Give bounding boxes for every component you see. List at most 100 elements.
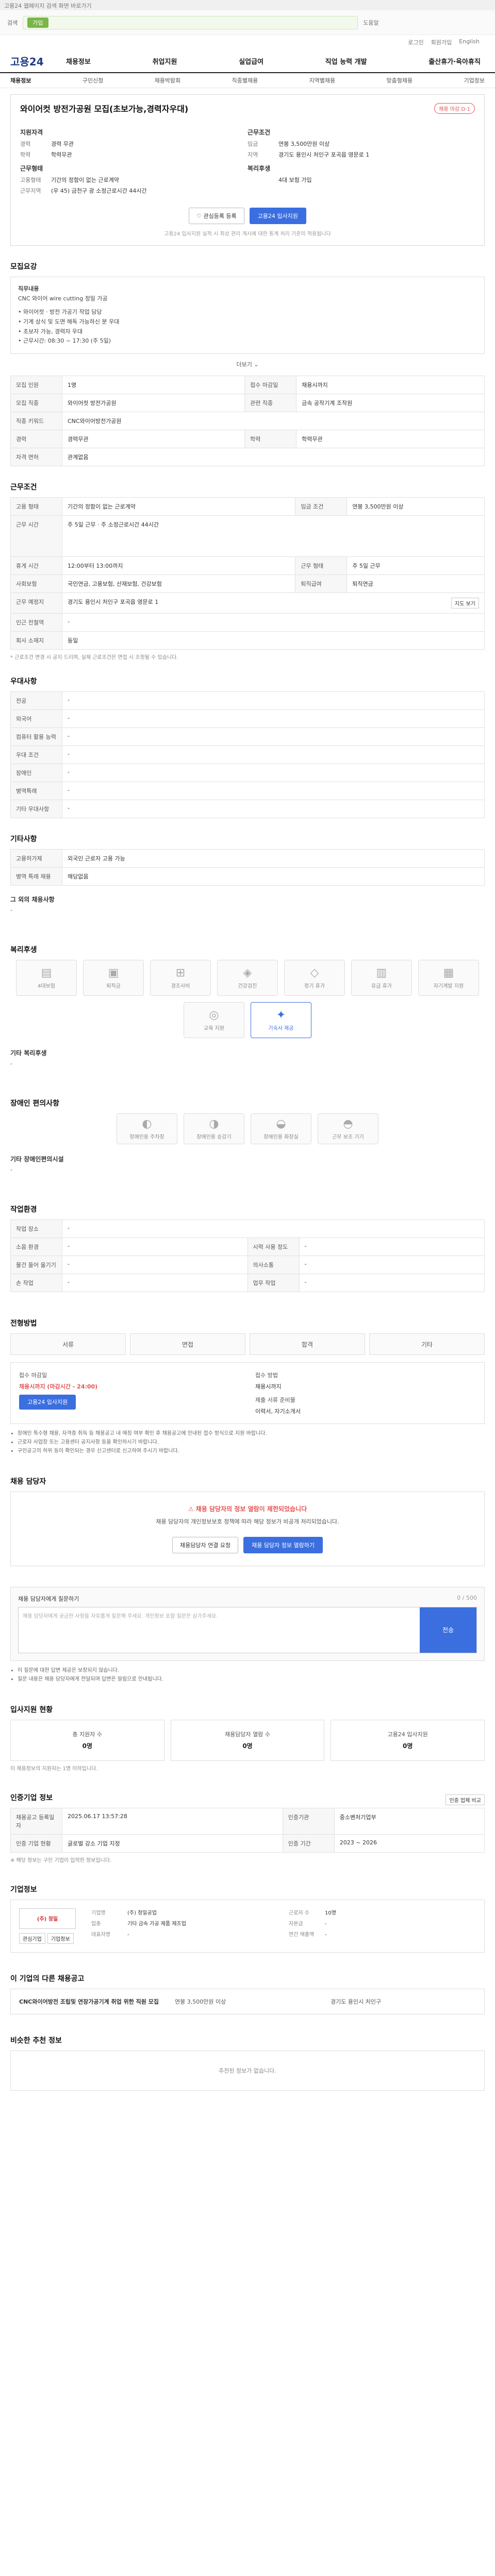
similar-empty: 추천된 정보가 없습니다. xyxy=(10,2050,485,2091)
work-section: 근무조건 고용 형태 기간의 정함이 없는 근로계약 임금 조건 연봉 3,500만원… xyxy=(10,482,485,660)
detail-section: 모집요강 직무내용 CNC 와이어 wire cutting 정밀 가공 • 와… xyxy=(10,261,485,467)
cell-key: 직종 키워드 xyxy=(10,412,62,431)
process-section: 전형방법 서류 면접 합격 기타 접수 마감일 채용시까지 (마감시간 - 24… xyxy=(10,1318,485,1455)
extra-value: - xyxy=(10,1166,12,1174)
welfare-item: ⊞ 경조사비 xyxy=(150,960,211,996)
compare-button[interactable]: 인증 업체 비교 xyxy=(446,1794,485,1806)
subnav-item[interactable]: 지역별채용 xyxy=(309,76,336,84)
interest-button[interactable]: ♡ 관심등록 등록 xyxy=(189,208,244,224)
work-table: 고용 형태 기간의 정함이 없는 근로계약 임금 조건 연봉 3,500만원 이상 근… xyxy=(10,497,485,650)
cell-key: 인증 기업 현황 xyxy=(10,1834,62,1853)
cell-value: - xyxy=(62,1219,485,1239)
pref-table: 전공 - 외국어 - 컴퓨터 활용 능력 - 우대 조건 - 장애인 - 병역특례 - 기타… xyxy=(10,691,485,819)
status-card: 고용24 입사지원 0명 xyxy=(331,1719,485,1761)
cell-value: - xyxy=(62,782,485,801)
more-button[interactable]: 더보기 ⌄ xyxy=(10,360,485,368)
more-job-item[interactable]: CNC와이어방전 조립및 연장가공기계 취업 위한 직원 모집 연봉 3,500… xyxy=(10,1988,485,2014)
subnav-item[interactable]: 구인신청 xyxy=(82,76,103,84)
gnb-jobs[interactable]: 채용정보 xyxy=(62,56,95,66)
search-box[interactable]: 가입 xyxy=(23,15,358,29)
cell-key: 소음 환경 xyxy=(10,1238,62,1257)
extra-heading: 기타 복리후생 xyxy=(10,1049,47,1057)
cell-value: 글로벌 강소 기업 지정 xyxy=(62,1834,283,1853)
env-table: 작업 장소 - 소음 환경 - 시력 사용 정도 - 물건 들어 옮기기 - 의사소통 - 손… xyxy=(10,1219,485,1293)
apply-button-2[interactable]: 고용24 입사지원 xyxy=(19,1395,76,1410)
facility-item: ◒ 장애인용 화장실 xyxy=(251,1113,311,1145)
cell-value: - xyxy=(299,1238,485,1257)
desc-line: • 근무시간: 08:30 ~ 17:30 (주 5일) xyxy=(18,337,111,345)
section-title: 장애인 편의사항 xyxy=(10,1099,60,1108)
section-title: 우대사항 xyxy=(10,677,37,686)
apply-heading: 접수 마감일 xyxy=(19,1372,47,1379)
cell-key: 경력 xyxy=(10,430,62,449)
skip-nav[interactable]: 고용24 웹페이지 검색 화면 바로가기 xyxy=(0,0,495,10)
paid-leave-icon: ▥ xyxy=(376,967,387,980)
favorite-company-button[interactable]: 관심기업 xyxy=(19,1933,45,1944)
subnav-item[interactable]: 채용정보 xyxy=(10,76,31,84)
cell-value: 해당없음 xyxy=(62,867,485,886)
insurance-icon: ▤ xyxy=(41,967,52,980)
field-value: 기타 금속 가공 제품 제조업 xyxy=(127,1921,186,1927)
welfare-icons: ▤ 4대보험 ▣ 퇴직금 ⊞ 경조사비 ◈ 건강검진 ◇ 정기 휴가 ▥ 유급 휴가 ▦ 자기… xyxy=(10,960,485,1039)
map-button[interactable]: 지도 보기 xyxy=(451,598,479,609)
subnav-item[interactable]: 기업정보 xyxy=(464,76,484,84)
cell-value: - xyxy=(62,1256,248,1275)
cell-key: 병역특례 xyxy=(10,782,62,801)
apply-button[interactable]: 고용24 입사지원 xyxy=(249,208,306,224)
status-label: 총 지원자 수 xyxy=(72,1731,103,1738)
corp-info-1: 기업명 (주) 정밀공업 업종 기타 금속 가공 제품 제조업 대표자명 - xyxy=(91,1908,278,1944)
section-title: 전형방법 xyxy=(10,1319,37,1328)
field-key: 지역 xyxy=(248,151,258,158)
status-cards: 총 지원자 수 0명 채용담당자 열람 수 0명 고용24 입사지원 0명 xyxy=(10,1719,485,1761)
field-value: 경력 무관 xyxy=(51,141,74,147)
cell-key: 고용허가제 xyxy=(10,849,62,868)
qa-counter: 0 / 500 xyxy=(457,1594,477,1601)
desc-line xyxy=(18,303,477,308)
welfare-item: ▤ 4대보험 xyxy=(16,960,77,996)
job-description: 직무내용 CNC 와이어 wire cutting 정밀 가공 • 와이어컷 ·… xyxy=(10,277,485,354)
cell-value: 주 5일 근무 xyxy=(346,556,485,575)
skip-nav-text[interactable]: 고용24 웹페이지 검색 화면 바로가기 xyxy=(4,3,92,9)
subnav-item[interactable]: 채용박람회 xyxy=(155,76,181,84)
gnb-unemployment[interactable]: 실업급여 xyxy=(235,56,268,66)
gnb-support[interactable]: 취업지원 xyxy=(148,56,182,66)
field-key: 대표자명 xyxy=(91,1931,110,1938)
cell-value: 기간의 정함이 없는 근로계약 xyxy=(61,497,296,516)
gnb-training[interactable]: 직업 능력 개발 xyxy=(321,56,371,66)
english-link[interactable]: English xyxy=(459,38,480,46)
signup-link[interactable]: 회원가입 xyxy=(431,38,452,46)
company-info-button[interactable]: 기업정보 xyxy=(47,1933,74,1944)
contact-view-button[interactable]: 채용 담당자 정보 열람하기 xyxy=(243,1536,323,1553)
interest-label: 관심등록 등록 xyxy=(203,213,237,219)
subnav-item[interactable]: 직종별채용 xyxy=(232,76,258,84)
welfare-item: ▦ 자기계발 지원 xyxy=(418,960,479,996)
company-logo: (주) 정밀 xyxy=(19,1908,76,1929)
section-title: 근무조건 xyxy=(10,483,37,492)
more-job-title[interactable]: CNC와이어방전 조립및 연장가공기계 취업 위한 직원 모집 xyxy=(19,1997,164,2006)
go-button[interactable]: 가입 xyxy=(27,17,48,28)
field-value: (우 45) 금천구 광 소정근로시간 44시간 xyxy=(51,188,147,194)
qa-textarea[interactable]: 채용 담당자에게 궁금한 사항을 자유롭게 질문해 주세요. 개인정보 포함 질… xyxy=(19,1607,420,1653)
subnav-item[interactable]: 맞춤형채용 xyxy=(387,76,413,84)
cell-key: 학력 xyxy=(244,430,297,449)
gnb-leave[interactable]: 출산휴가·육아휴직 xyxy=(424,56,485,66)
cell-key: 인근 전철역 xyxy=(10,613,62,632)
login-link[interactable]: 로그인 xyxy=(408,38,423,46)
welfare-item: ▣ 퇴직금 xyxy=(83,960,144,996)
restroom-icon: ◒ xyxy=(276,1117,286,1131)
cell-key: 작업 장소 xyxy=(10,1219,62,1239)
sub-nav: 채용정보 구인신청 채용박람회 직종별채용 지역별채용 맞춤형채용 기업정보 xyxy=(0,73,495,88)
welfare-label: 교육 지원 xyxy=(204,1026,224,1032)
welfare-label: 경조사비 xyxy=(171,984,190,990)
more-label: 더보기 xyxy=(236,361,252,368)
alert-title-text: 채용 담당자의 정보 열람이 제한되었습니다 xyxy=(195,1505,307,1513)
more-job-loc: 경기도 용인시 처인구 xyxy=(331,1998,382,2005)
facility-label: 장애인용 주차장 xyxy=(129,1134,164,1141)
help-link[interactable]: 도움말 xyxy=(363,19,378,27)
note-item: 구인공고의 허위 등이 확인되는 경우 신고센터로 신고하여 주시기 바랍니다. xyxy=(18,1447,485,1455)
field-value: - xyxy=(325,1921,327,1927)
site-logo[interactable]: 고용24 xyxy=(10,54,62,69)
contact-request-button[interactable]: 채용담당자 연결 요청 xyxy=(172,1536,239,1553)
qa-send-button[interactable]: 전송 xyxy=(420,1607,476,1653)
section-title: 작업환경 xyxy=(10,1206,37,1214)
